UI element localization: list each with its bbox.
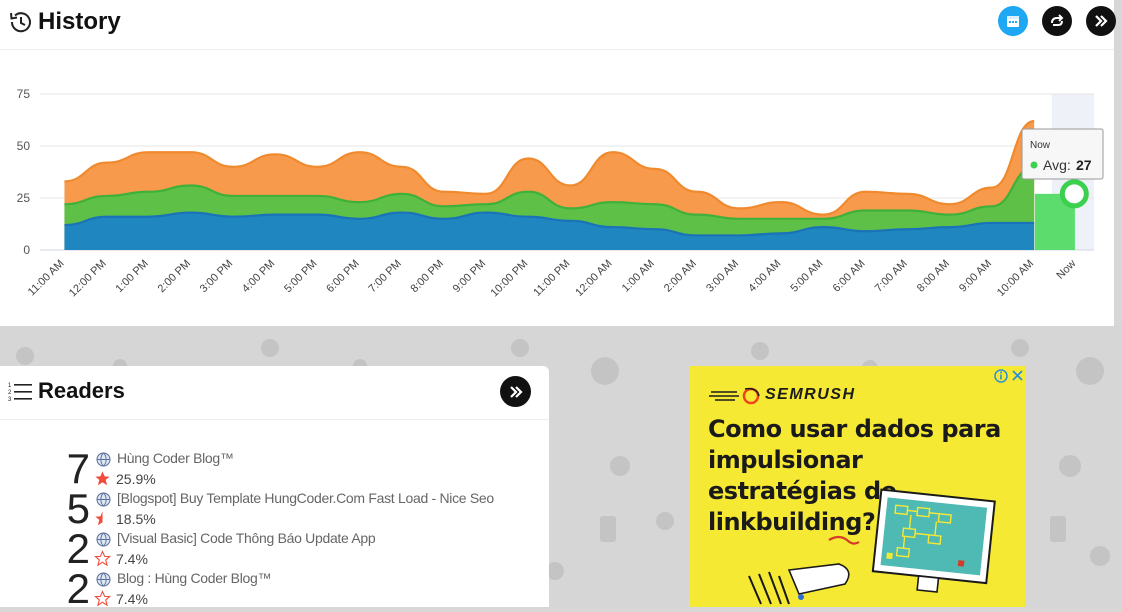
x-tick-label: 5:00 AM (788, 258, 825, 295)
x-tick-label: 11:00 AM (26, 258, 67, 299)
globe-icon (96, 532, 111, 547)
reader-link[interactable]: [Visual Basic] Code Thông Báo Update App (117, 530, 376, 546)
x-tick-label: 1:00 PM (113, 258, 150, 295)
reader-percent: 25.9% (116, 471, 156, 487)
x-tick-label: 12:00 PM (67, 258, 109, 300)
semrush-logo-icon (709, 387, 760, 405)
reader-item[interactable]: 2 Blog : Hùng Coder Blog™ 7.4% (0, 565, 549, 612)
reader-count: 2 (66, 525, 90, 572)
calendar-button[interactable] (998, 6, 1028, 36)
reader-count: 5 (66, 485, 90, 532)
ordered-list-icon: 1 2 3 (8, 383, 32, 403)
readers-divider (0, 419, 549, 420)
y-tick-label: 0 (23, 243, 30, 257)
history-chart: 025507511:00 AM 12:00 PM 1:00 PM 2:00 PM 3:0… (17, 87, 1104, 300)
history-icon (10, 12, 31, 33)
x-tick-label: 10:00 PM (489, 258, 531, 300)
x-tick-label: 6:00 PM (324, 258, 361, 295)
reader-link[interactable]: [Blogspot] Buy Template HungCoder.Com Fa… (117, 490, 494, 506)
x-tick-label: 7:00 PM (366, 258, 403, 295)
x-tick-label: 10:00 AM (995, 258, 1036, 299)
readers-title: Readers (38, 378, 125, 403)
svg-text:2: 2 (8, 390, 12, 396)
star-full-icon (95, 471, 110, 486)
globe-icon (96, 572, 111, 587)
page-title: History (38, 8, 121, 35)
reader-item[interactable]: 5 [Blogspot] Buy Template HungCoder.Com … (0, 485, 549, 532)
double-chevron-right-icon (509, 385, 523, 398)
x-tick-label: 8:00 PM (409, 258, 446, 295)
x-tick-label: 4:00 PM (240, 258, 277, 295)
x-tick-label: 9:00 AM (957, 258, 994, 295)
star-empty-icon (94, 550, 111, 567)
chart-tooltip: Now Avg: 27 (1021, 128, 1104, 180)
reader-count: 2 (66, 565, 90, 612)
next-button[interactable] (1086, 6, 1116, 36)
y-tick-label: 25 (17, 191, 31, 205)
star-partial-icon (95, 511, 110, 526)
x-tick-label: 5:00 PM (282, 258, 319, 295)
x-tick-label: 7:00 AM (873, 258, 910, 295)
x-tick-label: 11:00 PM (531, 258, 572, 299)
globe-icon (96, 492, 111, 507)
x-tick-label: 6:00 AM (831, 258, 868, 295)
readers-more-button[interactable] (500, 376, 531, 407)
reader-item[interactable]: 7 Hùng Coder Blog™ 25.9% (0, 445, 549, 492)
now-marker (1059, 179, 1089, 209)
x-tick-label: 3:00 PM (198, 258, 235, 295)
tooltip-label: Now (1030, 140, 1051, 151)
tooltip-series-label: Avg: (1043, 157, 1071, 173)
reader-link[interactable]: Blog : Hùng Coder Blog™ (117, 570, 272, 586)
x-tick-label: 9:00 PM (451, 258, 488, 295)
globe-icon (96, 452, 111, 467)
reader-item[interactable]: 2 [Visual Basic] Code Thông Báo Update A… (0, 525, 549, 572)
x-tick-label: 3:00 AM (704, 258, 741, 295)
readers-panel: 1 2 3 Readers 7 Hùng Coder Blog™ 25.9% 5… (0, 366, 549, 612)
x-tick-label: Now (1054, 258, 1078, 282)
x-tick-label: 8:00 AM (915, 258, 952, 295)
y-tick-label: 75 (17, 87, 31, 101)
ad-choices-icon[interactable] (993, 368, 1025, 384)
reader-count: 7 (66, 445, 90, 492)
calendar-icon (1007, 16, 1019, 27)
svg-text:3: 3 (8, 397, 12, 403)
x-tick-label: 4:00 AM (746, 258, 783, 295)
history-panel: History 0 25 50 75 11:00 AM 12:00 PM 1:00 PM 2:… (0, 0, 1116, 326)
y-tick-label: 50 (17, 139, 31, 153)
tooltip-value: 27 (1076, 157, 1092, 173)
refresh-icon (1051, 14, 1064, 26)
tooltip-dot (1030, 161, 1038, 169)
x-tick-label: 12:00 AM (573, 258, 614, 299)
advertisement[interactable]: SEMRUSH Como usar dados para impulsionar… (689, 366, 1025, 607)
reader-percent: 7.4% (116, 591, 148, 607)
reader-percent: 18.5% (116, 511, 156, 527)
reader-percent: 7.4% (116, 551, 148, 567)
svg-text:1: 1 (8, 383, 12, 389)
x-tick-label: 1:00 AM (620, 258, 657, 295)
x-tick-label: 2:00 AM (662, 258, 699, 295)
reader-link[interactable]: Hùng Coder Blog™ (117, 450, 234, 466)
star-empty-icon (94, 590, 111, 607)
refresh-button[interactable] (1042, 6, 1072, 36)
ad-illustration (748, 488, 996, 605)
ad-brand: SEMRUSH (765, 386, 856, 403)
double-chevron-right-icon (1095, 15, 1108, 27)
x-tick-label: 2:00 PM (156, 258, 193, 295)
